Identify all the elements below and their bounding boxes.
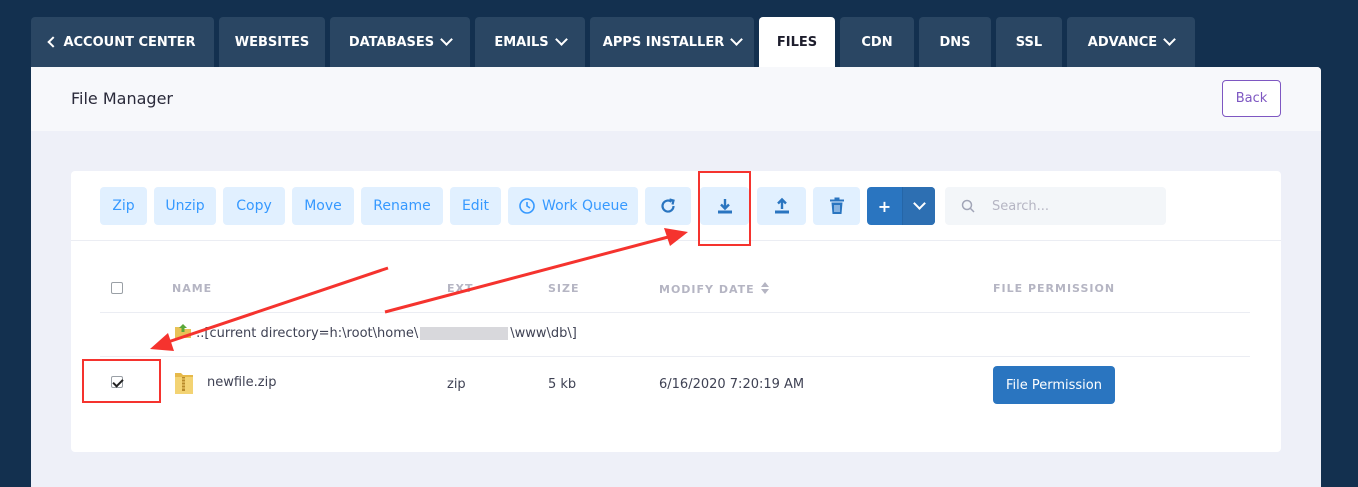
current-directory-row[interactable]: ..[current directory=h:\root\home\ \www\d… <box>174 323 577 341</box>
toolbar-divider <box>71 240 1281 241</box>
file-ext: zip <box>447 377 466 392</box>
tab-account-center[interactable]: ACCOUNT CENTER <box>31 17 214 67</box>
tab-apps-installer[interactable]: APPS INSTALLER <box>590 17 754 67</box>
row-divider <box>100 356 1250 357</box>
sort-icon <box>761 282 770 294</box>
upload-icon <box>774 197 789 214</box>
chevron-left-icon <box>47 36 60 48</box>
current-directory-prefix: ..[current directory=h:\root\home\ <box>196 326 419 341</box>
tab-websites[interactable]: WEBSITES <box>219 17 325 67</box>
edit-button[interactable]: Edit <box>450 187 501 225</box>
column-modify-date[interactable]: MODIFY DATE <box>659 282 770 296</box>
delete-button[interactable] <box>813 187 860 225</box>
panel-header: File Manager Back <box>31 67 1321 131</box>
chevron-down-icon <box>912 197 926 210</box>
create-new-dropdown[interactable] <box>902 187 935 225</box>
tab-cdn[interactable]: CDN <box>840 17 914 67</box>
unzip-button[interactable]: Unzip <box>154 187 216 225</box>
tab-label: ADVANCE <box>1087 34 1158 50</box>
tab-label: APPS INSTALLER <box>602 34 725 50</box>
work-queue-label: Work Queue <box>542 198 628 214</box>
tab-label: ACCOUNT CENTER <box>63 34 196 50</box>
search-box <box>945 187 1166 225</box>
tab-databases[interactable]: DATABASES <box>330 17 470 67</box>
zip-file-icon <box>175 373 193 394</box>
column-ext[interactable]: EXT <box>447 282 474 295</box>
tab-ssl[interactable]: SSL <box>996 17 1062 67</box>
column-name[interactable]: NAME <box>172 282 212 295</box>
tab-emails[interactable]: EMAILS <box>475 17 585 67</box>
annotation-highlight-checkbox <box>82 359 161 403</box>
page-title: File Manager <box>71 89 173 108</box>
tab-label: EMAILS <box>494 34 549 50</box>
copy-button[interactable]: Copy <box>223 187 285 225</box>
zip-button[interactable]: Zip <box>100 187 147 225</box>
annotation-highlight-download <box>698 171 751 246</box>
create-new-group: + <box>867 187 935 225</box>
row-divider <box>100 312 1250 313</box>
column-size[interactable]: SIZE <box>548 282 580 295</box>
chevron-down-icon <box>440 33 454 46</box>
tab-advance[interactable]: ADVANCE <box>1067 17 1195 67</box>
search-icon <box>961 199 975 213</box>
column-file-permission[interactable]: FILE PERMISSION <box>993 282 1115 295</box>
main-panel: File Manager Back Zip Unzip Copy Move Re… <box>31 67 1321 487</box>
chevron-down-icon <box>1163 33 1177 46</box>
column-modify-date-label: MODIFY DATE <box>659 283 755 296</box>
chevron-down-icon <box>554 33 568 46</box>
upload-button[interactable] <box>757 187 806 225</box>
file-size: 5 kb <box>548 377 577 392</box>
folder-up-icon <box>175 324 191 338</box>
search-input[interactable] <box>992 198 1152 214</box>
tab-label: FILES <box>776 34 818 50</box>
tab-label: DNS <box>939 34 971 50</box>
refresh-icon <box>661 198 675 213</box>
refresh-button[interactable] <box>645 187 691 225</box>
move-button[interactable]: Move <box>292 187 354 225</box>
table-header: NAME EXT SIZE MODIFY DATE FILE PERMISSIO… <box>71 276 1281 304</box>
tab-label: WEBSITES <box>234 34 310 50</box>
file-name[interactable]: newfile.zip <box>207 375 277 390</box>
tab-files[interactable]: FILES <box>759 17 835 67</box>
work-queue-button[interactable]: Work Queue <box>508 187 638 225</box>
select-all-checkbox[interactable] <box>111 282 123 294</box>
rename-button[interactable]: Rename <box>361 187 443 225</box>
back-button[interactable]: Back <box>1222 80 1281 117</box>
clock-icon <box>519 198 535 214</box>
file-permission-button[interactable]: File Permission <box>993 366 1115 404</box>
chevron-down-icon <box>730 33 744 46</box>
create-new-button[interactable]: + <box>867 187 902 225</box>
trash-icon <box>829 197 844 214</box>
file-manager-card: Zip Unzip Copy Move Rename Edit Work Que… <box>71 171 1281 452</box>
tab-label: DATABASES <box>348 34 435 50</box>
tab-label: CDN <box>861 34 893 50</box>
redacted-username <box>420 327 509 340</box>
current-directory-suffix: \www\db\] <box>510 326 577 341</box>
file-modify-date: 6/16/2020 7:20:19 AM <box>659 377 805 392</box>
tab-dns[interactable]: DNS <box>919 17 991 67</box>
tab-label: SSL <box>1015 34 1043 50</box>
